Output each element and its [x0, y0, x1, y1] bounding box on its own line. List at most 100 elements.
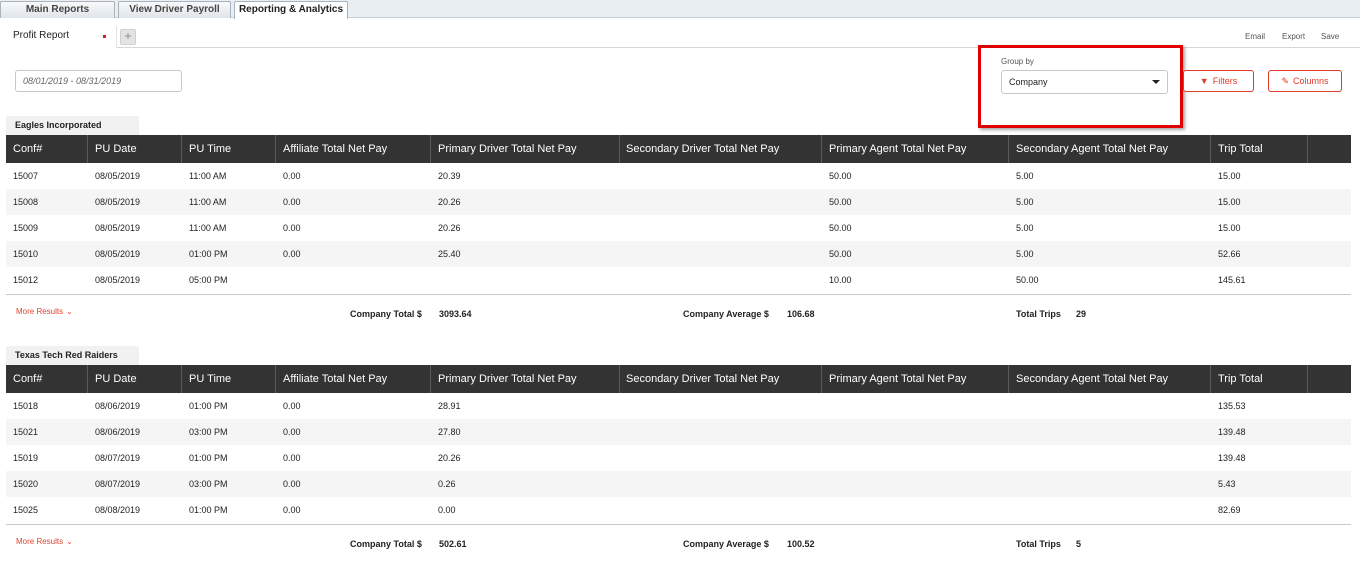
more-results-link[interactable]: More Results ⌄ [16, 307, 73, 316]
top-nav: Main Reports View Driver Payroll Reporti… [0, 0, 1360, 19]
cell-affiliate-net-pay: 0.00 [283, 401, 301, 411]
table-row[interactable]: 15012 08/05/2019 05:00 PM 10.00 50.00 14… [6, 267, 1351, 293]
cell-affiliate-net-pay: 0.00 [283, 505, 301, 515]
column-header-secondary-driver-net-pay[interactable]: Secondary Driver Total Net Pay [619, 365, 822, 393]
export-link[interactable]: Export [1282, 32, 1305, 41]
cell-pu-time: 01:00 PM [189, 249, 228, 259]
cell-primary-agent-net-pay: 50.00 [829, 249, 852, 259]
cell-conf: 15025 [13, 505, 39, 515]
cell-conf: 15018 [13, 401, 39, 411]
column-header-primary-driver-net-pay[interactable]: Primary Driver Total Net Pay [431, 135, 620, 163]
column-header-affiliate-net-pay[interactable]: Affiliate Total Net Pay [276, 135, 431, 163]
total-trips-value: 29 [1076, 309, 1087, 319]
cell-pu-date: 08/07/2019 [95, 479, 141, 489]
table-row[interactable]: 15010 08/05/2019 01:00 PM 0.00 25.40 50.… [6, 241, 1351, 267]
cell-secondary-driver-net-pay [619, 241, 626, 267]
filters-button[interactable]: ▼ Filters [1183, 70, 1254, 92]
cell-conf: 15020 [13, 479, 39, 489]
cell-trip-total: 139.48 [1218, 453, 1246, 463]
cell-pu-date: 08/07/2019 [95, 453, 141, 463]
table-row[interactable]: 15020 08/07/2019 03:00 PM 0.00 0.26 5.43 [6, 471, 1351, 497]
save-link[interactable]: Save [1321, 32, 1339, 41]
columns-button[interactable]: ✎ Columns [1268, 70, 1342, 92]
cell-affiliate-net-pay: 0.00 [283, 427, 301, 437]
cell-secondary-driver-net-pay [619, 163, 626, 189]
column-header-affiliate-net-pay[interactable]: Affiliate Total Net Pay [276, 365, 431, 393]
group-summary: More Results ⌄ Company Total $ 502.61 Com… [6, 524, 1351, 556]
column-header-trip-total[interactable]: Trip Total [1211, 365, 1308, 393]
column-header-conf[interactable]: Conf# [6, 365, 88, 393]
table-row[interactable]: 15018 08/06/2019 01:00 PM 0.00 28.91 135… [6, 393, 1351, 419]
column-header-primary-agent-net-pay[interactable]: Primary Agent Total Net Pay [822, 365, 1009, 393]
company-group: Texas Tech Red Raiders Conf# PU Date PU … [6, 346, 1351, 561]
tab-main-reports[interactable]: Main Reports [0, 1, 115, 18]
cell-pu-date: 08/05/2019 [95, 275, 141, 285]
table-row[interactable]: 15019 08/07/2019 01:00 PM 0.00 20.26 139… [6, 445, 1351, 471]
more-results-label: More Results [16, 537, 64, 546]
column-header-conf[interactable]: Conf# [6, 135, 88, 163]
total-trips-value: 5 [1076, 539, 1082, 549]
date-range-input[interactable]: 08/01/2019 - 08/31/2019 [15, 70, 182, 92]
more-results-link[interactable]: More Results ⌄ [16, 537, 73, 546]
cell-primary-agent-net-pay [822, 497, 829, 523]
cell-affiliate-net-pay: 0.00 [283, 479, 301, 489]
cell-primary-driver-net-pay: 20.39 [438, 171, 461, 181]
cell-secondary-agent-net-pay [1009, 471, 1016, 497]
column-header-trip-total[interactable]: Trip Total [1211, 135, 1308, 163]
cell-primary-driver-net-pay [431, 267, 438, 293]
table-row[interactable]: 15025 08/08/2019 01:00 PM 0.00 0.00 82.6… [6, 497, 1351, 523]
add-tab-button[interactable]: + [120, 29, 136, 45]
cell-secondary-driver-net-pay [619, 393, 626, 419]
cell-secondary-agent-net-pay: 50.00 [1016, 275, 1039, 285]
cell-pu-date: 08/08/2019 [95, 505, 141, 515]
cell-trip-total: 135.53 [1218, 401, 1246, 411]
column-header-secondary-driver-net-pay[interactable]: Secondary Driver Total Net Pay [619, 135, 822, 163]
report-tab-label: Profit Report [13, 30, 70, 41]
company-average-label: Company Average $ [683, 539, 769, 549]
report-tab-profit[interactable]: Profit Report [0, 26, 117, 48]
group-title: Texas Tech Red Raiders [6, 346, 139, 365]
cell-pu-time: 11:00 AM [189, 171, 227, 181]
cell-primary-driver-net-pay: 20.26 [438, 453, 461, 463]
tab-reporting-analytics[interactable]: Reporting & Analytics [234, 1, 348, 19]
table-row[interactable]: 15009 08/05/2019 11:00 AM 0.00 20.26 50.… [6, 215, 1351, 241]
cell-secondary-agent-net-pay [1009, 445, 1016, 471]
filter-icon: ▼ [1199, 76, 1209, 86]
cell-pu-date: 08/05/2019 [95, 197, 141, 207]
company-average-label: Company Average $ [683, 309, 769, 319]
cell-conf: 15012 [13, 275, 39, 285]
column-header-secondary-agent-net-pay[interactable]: Secondary Agent Total Net Pay [1009, 135, 1211, 163]
cell-pu-time: 05:00 PM [189, 275, 228, 285]
cell-trip-total: 15.00 [1218, 197, 1241, 207]
cell-trip-total: 5.43 [1218, 479, 1236, 489]
company-average-value: 106.68 [787, 309, 815, 319]
cell-trip-total: 82.69 [1218, 505, 1241, 515]
column-header-primary-agent-net-pay[interactable]: Primary Agent Total Net Pay [822, 135, 1009, 163]
column-header-pu-date[interactable]: PU Date [88, 365, 182, 393]
unsaved-indicator-icon [103, 35, 106, 38]
table-row[interactable]: 15008 08/05/2019 11:00 AM 0.00 20.26 50.… [6, 189, 1351, 215]
column-header-secondary-agent-net-pay[interactable]: Secondary Agent Total Net Pay [1009, 365, 1211, 393]
column-header-pu-time[interactable]: PU Time [182, 365, 276, 393]
cell-pu-time: 01:00 PM [189, 401, 228, 411]
column-header-pu-date[interactable]: PU Date [88, 135, 182, 163]
cell-conf: 15019 [13, 453, 39, 463]
cell-secondary-driver-net-pay [619, 445, 626, 471]
column-header-primary-driver-net-pay[interactable]: Primary Driver Total Net Pay [431, 365, 620, 393]
cell-secondary-agent-net-pay [1009, 419, 1016, 445]
table-row[interactable]: 15007 08/05/2019 11:00 AM 0.00 20.39 50.… [6, 163, 1351, 189]
cell-trip-total: 15.00 [1218, 171, 1241, 181]
total-trips-label: Total Trips [1016, 309, 1061, 319]
cell-pu-time: 01:00 PM [189, 453, 228, 463]
email-link[interactable]: Email [1245, 32, 1265, 41]
cell-affiliate-net-pay [276, 267, 283, 293]
cell-secondary-driver-net-pay [619, 215, 626, 241]
cell-conf: 15007 [13, 171, 39, 181]
column-header-pu-time[interactable]: PU Time [182, 135, 276, 163]
table-row[interactable]: 15021 08/06/2019 03:00 PM 0.00 27.80 139… [6, 419, 1351, 445]
company-total-label: Company Total $ [350, 539, 422, 549]
cell-primary-driver-net-pay: 28.91 [438, 401, 461, 411]
tab-view-driver-payroll[interactable]: View Driver Payroll [118, 1, 231, 18]
chevron-down-icon: ⌄ [66, 307, 73, 316]
company-total-label: Company Total $ [350, 309, 422, 319]
